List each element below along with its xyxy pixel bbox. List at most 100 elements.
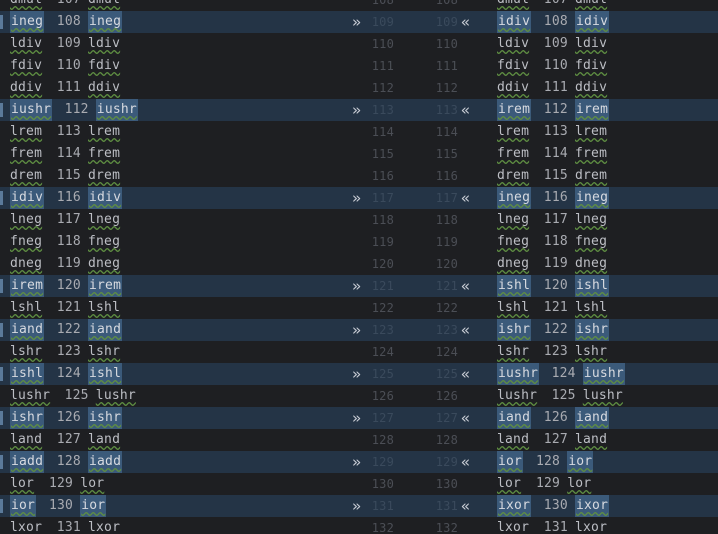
code-line[interactable]: idiv 108 idiv: [494, 11, 718, 33]
opcode-value: 119: [543, 256, 568, 271]
change-marker: [0, 15, 3, 29]
apply-right-arrow-icon[interactable]: »: [352, 99, 361, 121]
code-line[interactable]: land 127 land: [0, 429, 336, 451]
code-line[interactable]: lshr 123 lshr: [494, 341, 718, 363]
code-line[interactable]: dneg 119 dneg: [494, 253, 718, 275]
code-line[interactable]: lrem 113 lrem: [494, 121, 718, 143]
opcode-value: 127: [543, 432, 568, 447]
gutter-line: 116 116: [336, 165, 494, 187]
code-line[interactable]: lshl 121 lshl: [0, 297, 336, 319]
code-line[interactable]: ldiv 109 ldiv: [494, 33, 718, 55]
code-line[interactable]: iadd 128 iadd: [0, 451, 336, 473]
apply-left-arrow-icon[interactable]: «: [461, 99, 470, 121]
apply-right-arrow-icon[interactable]: »: [352, 407, 361, 429]
code-line[interactable]: lneg 117 lneg: [0, 209, 336, 231]
code-line[interactable]: ishl 124 ishl: [0, 363, 336, 385]
apply-left-arrow-icon[interactable]: «: [461, 495, 470, 517]
code-line[interactable]: iand 122 iand: [0, 319, 336, 341]
code-line[interactable]: ldiv 109 ldiv: [0, 33, 336, 55]
opcode-value: 112: [543, 102, 568, 117]
diff-right-pane[interactable]: dmul107dmulidiv108idivldiv109ldivfdiv110…: [494, 0, 718, 534]
apply-left-arrow-icon[interactable]: «: [461, 407, 470, 429]
opcode-name: lushr: [497, 388, 538, 403]
opcode-name: drem: [497, 168, 530, 183]
code-line[interactable]: fneg 118 fneg: [0, 231, 336, 253]
opcode-label: ineg: [575, 187, 610, 209]
right-line-number: 116: [435, 169, 458, 183]
code-line[interactable]: ishr 122 ishr: [494, 319, 718, 341]
code-line[interactable]: irem 112 irem: [494, 99, 718, 121]
apply-left-arrow-icon[interactable]: «: [461, 275, 470, 297]
code-line[interactable]: lushr 125 lushr: [0, 385, 336, 407]
right-line-number: 114: [435, 125, 458, 139]
code-line[interactable]: ishr 126 ishr: [0, 407, 336, 429]
left-line-number: 124: [371, 345, 394, 359]
code-line[interactable]: lor 129 lor: [494, 473, 718, 495]
opcode-name: iadd: [10, 451, 45, 473]
code-line[interactable]: fneg 118 fneg: [494, 231, 718, 253]
opcode-value: 130: [49, 498, 74, 513]
apply-right-arrow-icon[interactable]: »: [352, 275, 361, 297]
code-line[interactable]: lrem 113 lrem: [0, 121, 336, 143]
change-marker: [0, 191, 3, 205]
code-line[interactable]: frem 114 frem: [494, 143, 718, 165]
opcode-label: ishr: [575, 319, 610, 341]
opcode-label: iushr: [582, 363, 625, 385]
opcode-name: iushr: [497, 363, 540, 385]
code-line[interactable]: lor 129 lor: [0, 473, 336, 495]
apply-left-arrow-icon[interactable]: «: [461, 319, 470, 341]
code-line[interactable]: ddiv 111 ddiv: [0, 77, 336, 99]
code-line[interactable]: iand 126 iand: [494, 407, 718, 429]
left-line-number: 116: [371, 169, 394, 183]
apply-right-arrow-icon[interactable]: »: [352, 495, 361, 517]
opcode-value: 124: [56, 366, 81, 381]
code-line[interactable]: lshr 123 lshr: [0, 341, 336, 363]
code-line[interactable]: irem 120 irem: [0, 275, 336, 297]
left-line-number: 118: [371, 213, 394, 227]
right-line-number: 124: [435, 345, 458, 359]
opcode-label: lxor: [575, 520, 608, 534]
code-line[interactable]: idiv 116 idiv: [0, 187, 336, 209]
opcode-value: 130: [543, 498, 568, 513]
apply-right-arrow-icon[interactable]: »: [352, 187, 361, 209]
code-line[interactable]: dneg 119 dneg: [0, 253, 336, 275]
code-line[interactable]: iushr 112 iushr: [0, 99, 336, 121]
opcode-value: 120: [56, 278, 81, 293]
code-line[interactable]: dmul 107 dmul: [494, 0, 718, 11]
code-line[interactable]: lushr 125 lushr: [494, 385, 718, 407]
code-line[interactable]: ixor 130 ixor: [494, 495, 718, 517]
code-line[interactable]: frem 114 frem: [0, 143, 336, 165]
code-line[interactable]: ineg 116 ineg: [494, 187, 718, 209]
left-line-number: 109: [371, 15, 394, 29]
diff-left-pane[interactable]: dmul107dmulineg108inegldiv109ldivfdiv110…: [0, 0, 336, 534]
code-line[interactable]: dmul 107 dmul: [0, 0, 336, 11]
opcode-name: frem: [497, 146, 530, 161]
code-line[interactable]: lneg 117 lneg: [494, 209, 718, 231]
code-line[interactable]: land 127 land: [494, 429, 718, 451]
code-line[interactable]: iushr 124 iushr: [494, 363, 718, 385]
code-line[interactable]: fdiv 110 fdiv: [494, 55, 718, 77]
code-line[interactable]: fdiv 110 fdiv: [0, 55, 336, 77]
opcode-value: 123: [56, 344, 81, 359]
code-line[interactable]: drem 115 drem: [0, 165, 336, 187]
apply-left-arrow-icon[interactable]: «: [461, 187, 470, 209]
apply-left-arrow-icon[interactable]: «: [461, 11, 470, 33]
code-line[interactable]: ineg 108 ineg: [0, 11, 336, 33]
apply-right-arrow-icon[interactable]: »: [352, 363, 361, 385]
apply-left-arrow-icon[interactable]: «: [461, 451, 470, 473]
apply-right-arrow-icon[interactable]: »: [352, 319, 361, 341]
code-line[interactable]: lxor 131 lxor: [0, 517, 336, 534]
code-line[interactable]: lxor 131 lxor: [494, 517, 718, 534]
code-line[interactable]: ddiv 111 ddiv: [494, 77, 718, 99]
opcode-value: 122: [56, 322, 81, 337]
apply-right-arrow-icon[interactable]: »: [352, 451, 361, 473]
code-line[interactable]: drem 115 drem: [494, 165, 718, 187]
apply-right-arrow-icon[interactable]: »: [352, 11, 361, 33]
code-line[interactable]: ior 130 ior: [0, 495, 336, 517]
code-line[interactable]: lshl 121 lshl: [494, 297, 718, 319]
opcode-name: lshl: [497, 300, 530, 315]
apply-left-arrow-icon[interactable]: «: [461, 363, 470, 385]
code-line[interactable]: ishl 120 ishl: [494, 275, 718, 297]
opcode-name: dmul: [10, 0, 42, 11]
code-line[interactable]: ior 128 ior: [494, 451, 718, 473]
